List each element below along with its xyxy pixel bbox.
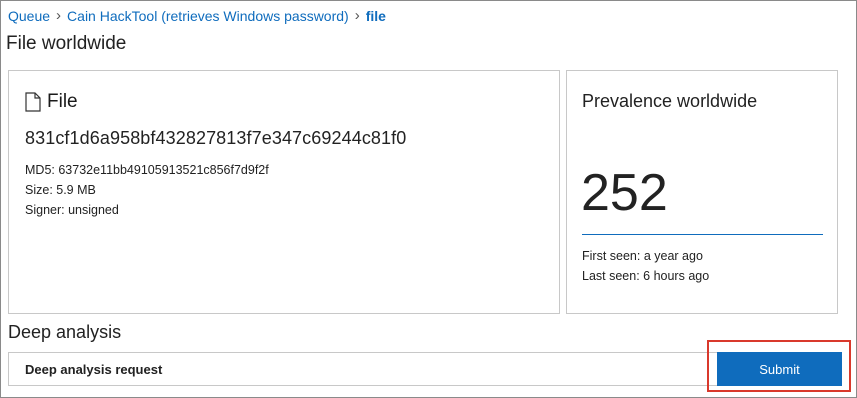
file-card: File 831cf1d6a958bf432827813f7e347c69244… xyxy=(8,70,560,314)
deep-analysis-request-label: Deep analysis request xyxy=(25,362,163,377)
file-card-header: File xyxy=(25,91,78,113)
page-title: File worldwide xyxy=(6,33,127,54)
breadcrumb-alert-link[interactable]: Cain HackTool (retrieves Windows passwor… xyxy=(67,8,349,24)
chevron-right-icon: › xyxy=(354,7,360,24)
prevalence-count: 252 xyxy=(581,164,668,222)
file-signer: Signer: unsigned xyxy=(25,203,119,217)
first-seen: First seen: a year ago xyxy=(582,249,703,263)
breadcrumb: Queue › Cain HackTool (retrieves Windows… xyxy=(8,7,386,24)
deep-analysis-title: Deep analysis xyxy=(8,322,122,342)
file-card-title: File xyxy=(47,91,78,112)
breadcrumb-queue-link[interactable]: Queue xyxy=(8,8,50,24)
prevalence-divider xyxy=(582,234,823,235)
chevron-right-icon: › xyxy=(56,7,62,24)
breadcrumb-current: file xyxy=(365,7,386,24)
submit-button[interactable]: Submit xyxy=(717,352,842,386)
file-size: Size: 5.9 MB xyxy=(25,183,96,197)
prevalence-title: Prevalence worldwide xyxy=(582,91,758,111)
last-seen: Last seen: 6 hours ago xyxy=(582,269,710,283)
file-md5: MD5: 63732e11bb49105913521c856f7d9f2f xyxy=(25,163,269,177)
file-icon xyxy=(25,92,41,112)
prevalence-card: Prevalence worldwide 252 First seen: a y… xyxy=(566,70,838,314)
file-hash: 831cf1d6a958bf432827813f7e347c69244c81f0 xyxy=(25,128,407,148)
